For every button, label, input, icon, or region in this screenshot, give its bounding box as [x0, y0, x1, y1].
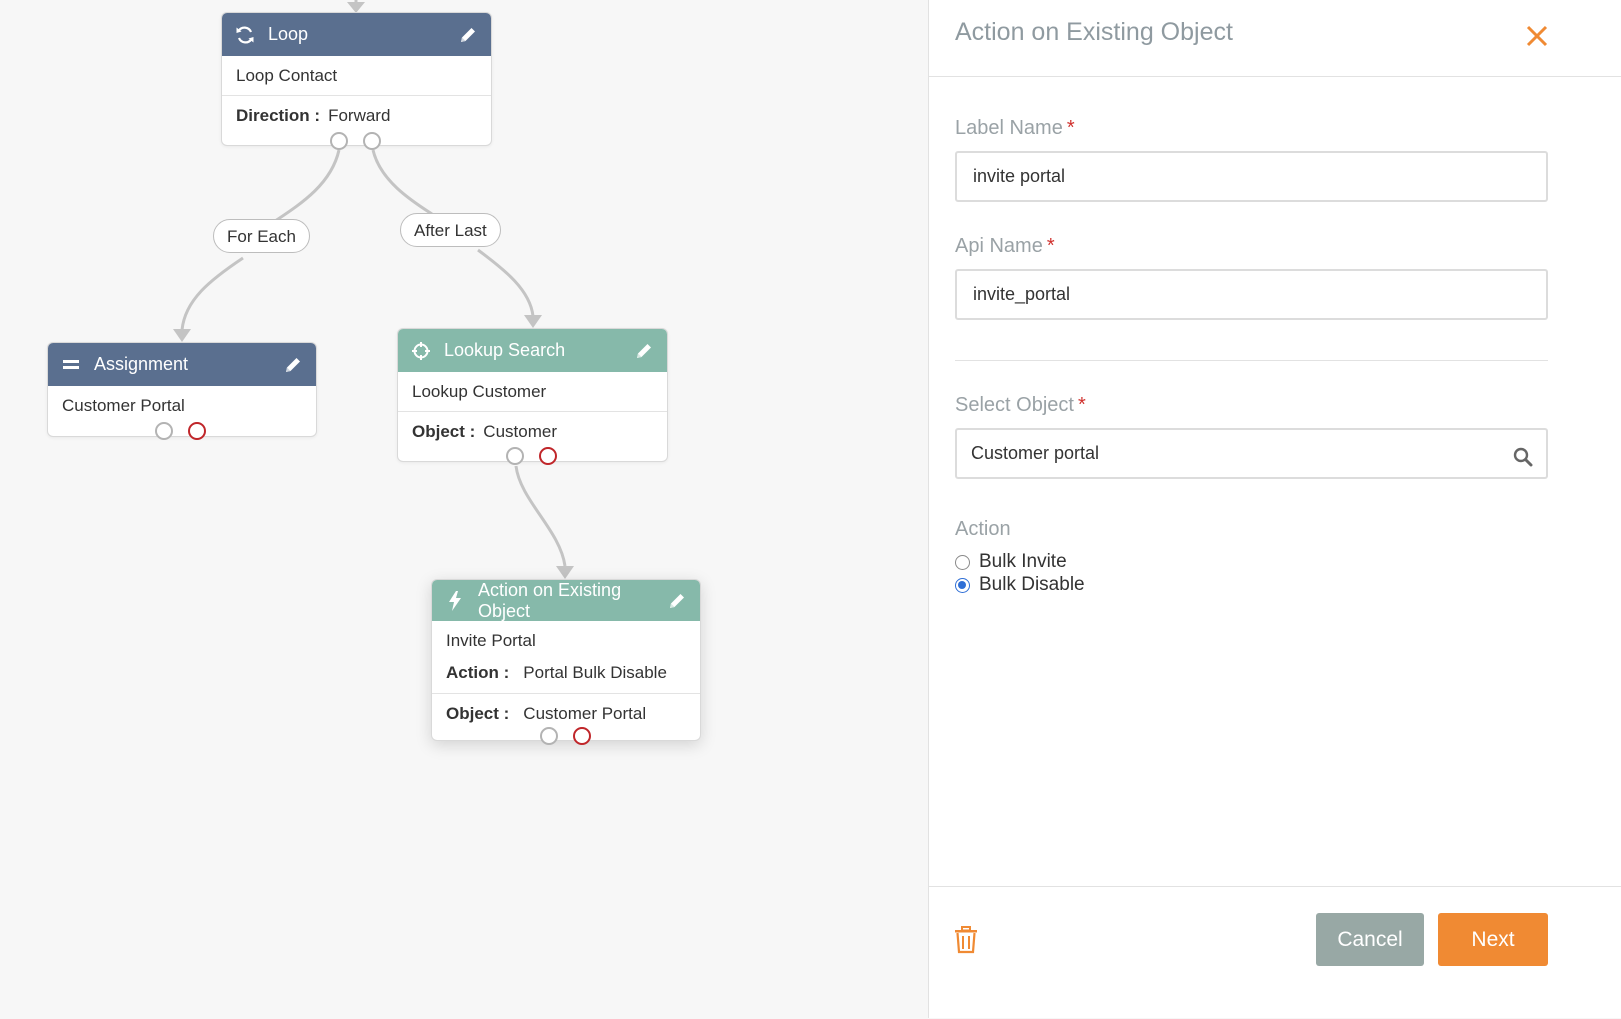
required-marker: * [1077, 394, 1086, 416]
action-node-header[interactable]: Action on Existing Object [432, 580, 700, 621]
panel-header: Action on Existing Object [929, 0, 1621, 77]
direction-value: Forward [328, 105, 391, 125]
action-fault-port[interactable] [573, 727, 591, 745]
radio-button-selected[interactable] [955, 577, 970, 593]
edge-label-after-last[interactable]: After Last [400, 213, 501, 247]
loop-for-each-port[interactable] [330, 132, 348, 150]
action-node-subtitle: Invite Portal [446, 631, 536, 650]
action-value: Portal Bulk Disable [523, 663, 667, 682]
equals-icon [60, 354, 82, 376]
pencil-icon[interactable] [666, 590, 688, 612]
assignment-node[interactable]: Assignment Customer Portal [47, 342, 317, 440]
lookup-node-header[interactable]: Lookup Search [398, 329, 667, 372]
object-key: Object : [446, 703, 510, 723]
pencil-icon[interactable] [282, 354, 304, 376]
section-divider [955, 360, 1548, 361]
assignment-node-header[interactable]: Assignment [48, 343, 316, 386]
required-marker: * [1066, 117, 1075, 139]
direction-key: Direction : [236, 105, 321, 125]
assignment-node-subtitle: Customer Portal [62, 395, 185, 415]
select-object-input[interactable]: Customer portal [955, 428, 1548, 479]
lookup-fault-port[interactable] [539, 447, 557, 465]
edge-lookup-action [514, 465, 567, 567]
api-name-text: Api Name [955, 235, 1043, 257]
next-button[interactable]: Next [1438, 913, 1548, 966]
label-name-input[interactable]: invite portal [955, 151, 1548, 202]
radio-label: Bulk Disable [979, 574, 1085, 595]
label-name-text: Label Name [955, 117, 1063, 139]
lookup-node-title: Lookup Search [444, 340, 566, 360]
loop-after-last-port[interactable] [363, 132, 381, 150]
refresh-icon [234, 24, 256, 46]
action-label: Action [955, 518, 1011, 540]
edge-label-for-each[interactable]: For Each [213, 219, 310, 253]
action-next-port[interactable] [540, 727, 558, 745]
trash-icon[interactable] [953, 926, 979, 954]
action-key: Action : [446, 663, 510, 682]
assignment-node-title: Assignment [94, 354, 189, 374]
lookup-node-subtitle: Lookup Customer [412, 381, 547, 401]
loop-node-direction: Direction : Forward [222, 95, 491, 135]
required-marker: * [1046, 235, 1055, 257]
assignment-next-port[interactable] [155, 422, 173, 440]
object-value: Customer Portal [523, 703, 647, 723]
lookup-next-port[interactable] [506, 447, 524, 465]
search-icon[interactable] [1512, 446, 1534, 468]
select-object-label: Select Object * [955, 394, 1086, 417]
lookup-node-object: Object : Customer [398, 411, 667, 451]
label-name-label: Label Name * [955, 117, 1075, 140]
pencil-icon[interactable] [633, 340, 655, 362]
radio-bulk-disable[interactable]: Bulk Disable [955, 574, 1085, 596]
action-node[interactable]: Action on Existing Object Invite Portal … [431, 579, 701, 745]
object-value: Customer [483, 421, 557, 441]
pencil-icon[interactable] [457, 24, 479, 46]
close-icon[interactable] [1523, 22, 1551, 50]
api-name-input[interactable]: invite_portal [955, 269, 1548, 320]
loop-node[interactable]: Loop Loop Contact Direction : Forward [221, 12, 492, 150]
cancel-button[interactable]: Cancel [1316, 913, 1424, 966]
action-node-action: Action : Portal Bulk Disable [432, 661, 700, 685]
api-name-label: Api Name * [955, 235, 1055, 258]
loop-node-title: Loop [268, 24, 309, 44]
arrow-head [524, 315, 542, 328]
select-object-text: Select Object [955, 394, 1074, 416]
flow-edges [173, 0, 574, 579]
panel-title: Action on Existing Object [955, 18, 1233, 46]
bolt-icon [444, 590, 466, 612]
radio-label: Bulk Invite [979, 551, 1067, 572]
assignment-fault-port[interactable] [188, 422, 206, 440]
properties-panel: Action on Existing Object Label Name * in… [928, 0, 1621, 1018]
radio-bulk-invite[interactable]: Bulk Invite [955, 551, 1067, 573]
flow-canvas[interactable]: Loop Loop Contact Direction : Forward Fo… [0, 0, 960, 1018]
loop-node-subtitle: Loop Contact [236, 65, 338, 85]
lookup-node[interactable]: Lookup Search Lookup Customer Object : C… [397, 328, 668, 465]
action-node-object: Object : Customer Portal [432, 693, 700, 733]
action-node-title: Action on Existing Object [478, 579, 622, 621]
loop-node-header[interactable]: Loop [222, 13, 491, 56]
arrow-head [556, 566, 574, 579]
arrow-head [173, 329, 191, 342]
radio-button[interactable] [955, 554, 970, 570]
crosshair-icon [410, 340, 432, 362]
object-key: Object : [412, 421, 476, 441]
